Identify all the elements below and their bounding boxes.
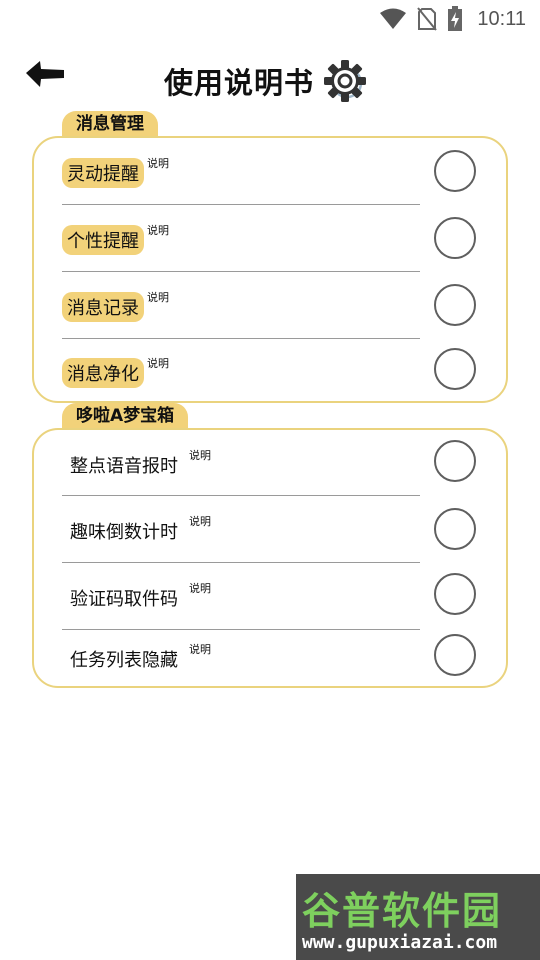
setting-row[interactable]: 灵动提醒 说明 [62, 138, 478, 205]
setting-row[interactable]: 趣味倒数计时 说明 [62, 496, 478, 563]
setting-row[interactable]: 任务列表隐藏 说明 [62, 630, 478, 696]
toggle-switch[interactable] [434, 440, 476, 482]
info-link[interactable]: 说明 [147, 222, 169, 238]
setting-row[interactable]: 消息净化 说明 [62, 338, 478, 404]
status-bar: 10:11 [0, 0, 540, 36]
info-link[interactable]: 说明 [189, 580, 211, 596]
info-link[interactable]: 说明 [189, 513, 211, 529]
watermark-url: www.gupuxiazai.com [302, 932, 498, 953]
arrow-left-icon [26, 61, 64, 87]
battery-charging-icon [448, 6, 463, 31]
settings-button[interactable] [320, 56, 370, 106]
setting-label: 灵动提醒 [62, 158, 144, 188]
setting-row[interactable]: 消息记录 说明 [62, 272, 478, 339]
setting-row[interactable]: 验证码取件码 说明 [62, 563, 478, 630]
toggle-switch[interactable] [434, 573, 476, 615]
info-link[interactable]: 说明 [189, 447, 211, 463]
watermark-name: 谷普软件园 [302, 889, 503, 933]
info-link[interactable]: 说明 [147, 155, 169, 171]
info-link[interactable]: 说明 [147, 355, 169, 371]
toggle-switch[interactable] [434, 150, 476, 192]
toggle-switch[interactable] [434, 284, 476, 326]
section-tab-message-management: 消息管理 [62, 111, 158, 137]
setting-label: 任务列表隐藏 [70, 650, 178, 671]
back-button[interactable] [24, 58, 68, 90]
setting-label: 验证码取件码 [70, 589, 178, 610]
wifi-icon [380, 8, 407, 29]
toggle-switch[interactable] [434, 508, 476, 550]
watermark: 谷普软件园 www.gupuxiazai.com [296, 874, 540, 960]
info-link[interactable]: 说明 [189, 641, 211, 657]
page-title: 使用说明书 [164, 66, 315, 100]
setting-label: 个性提醒 [62, 225, 144, 255]
toggle-switch[interactable] [434, 217, 476, 259]
gear-icon [324, 60, 366, 102]
setting-label: 消息记录 [62, 292, 144, 322]
section-tab-doraemon-box: 哆啦A梦宝箱 [62, 403, 189, 429]
info-link[interactable]: 说明 [147, 289, 169, 305]
no-sim-icon [417, 7, 438, 31]
clock: 10:11 [477, 7, 526, 30]
setting-row[interactable]: 整点语音报时 说明 [62, 430, 478, 496]
setting-label: 趣味倒数计时 [70, 522, 178, 543]
setting-label: 整点语音报时 [70, 456, 178, 477]
toggle-switch[interactable] [434, 634, 476, 676]
status-icons: 10:11 [379, 6, 526, 32]
setting-label: 消息净化 [62, 358, 144, 388]
toggle-switch[interactable] [434, 348, 476, 390]
setting-row[interactable]: 个性提醒 说明 [62, 205, 478, 272]
section-card-message-management: 灵动提醒 说明 个性提醒 说明 消息记录 说明 消息净化 说明 [32, 136, 508, 403]
section-card-doraemon-box: 整点语音报时 说明 趣味倒数计时 说明 验证码取件码 说明 任务列表隐藏 说明 [32, 428, 508, 688]
